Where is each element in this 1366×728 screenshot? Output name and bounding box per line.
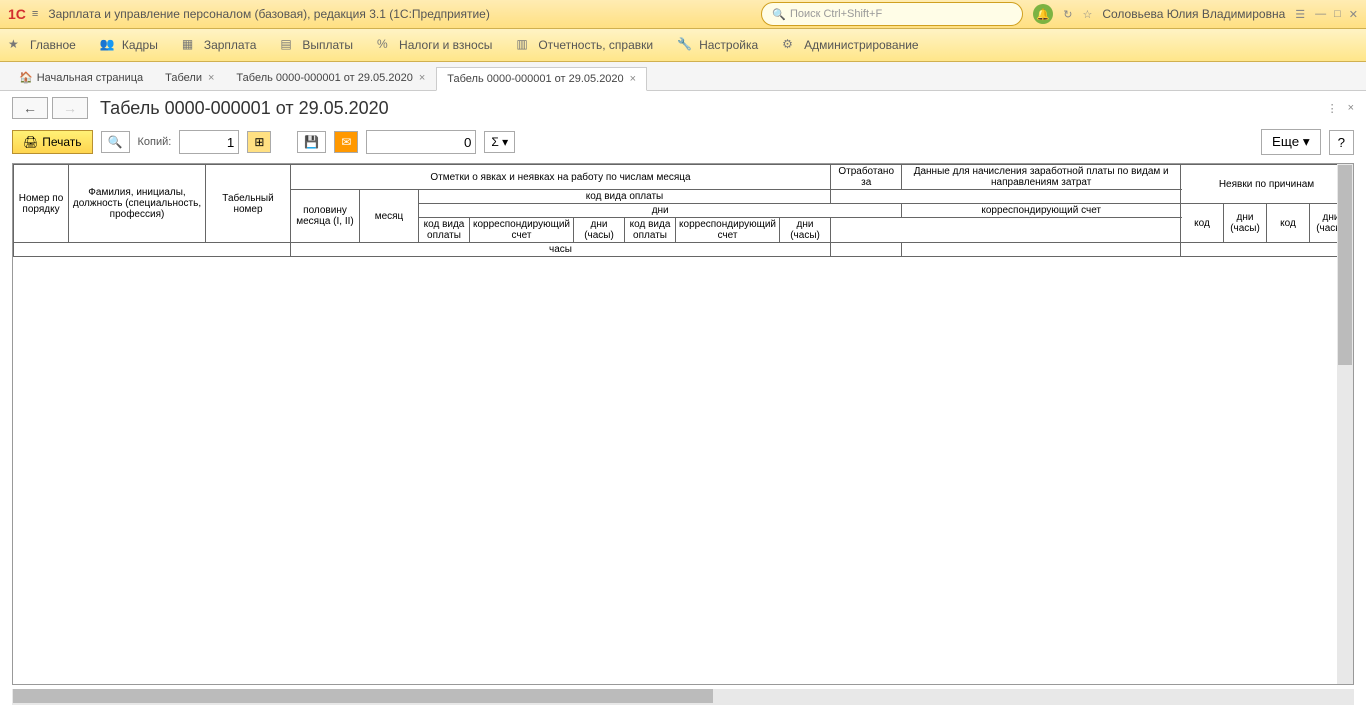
hdr-dh3: дни (часы) [780, 218, 831, 243]
hdr-dh1: дни (часы) [574, 218, 625, 243]
mail-button[interactable]: ✉ [334, 131, 358, 153]
sigma-button[interactable]: Σ ▾ [484, 131, 515, 153]
filter-icon[interactable]: ☰ [1295, 8, 1305, 21]
hdr-worked: Отработано за [831, 165, 902, 190]
maximize-icon[interactable]: □ [1334, 8, 1341, 21]
col-fio: Фамилия, инициалы, должность (специально… [69, 165, 206, 243]
forward-button[interactable]: → [52, 97, 88, 119]
grid-button[interactable]: ⊞ [247, 131, 271, 153]
back-button[interactable]: ← [12, 97, 48, 119]
app-logo: 1С [8, 6, 26, 22]
more-button[interactable]: Еще ▾ [1261, 129, 1321, 155]
hdr-code2: код [1267, 204, 1310, 243]
history-icon[interactable]: ↻ [1063, 8, 1072, 21]
hdr-codepay1: код вида оплаты [419, 218, 470, 243]
preview-button[interactable]: 🔍 [101, 131, 130, 153]
bell-icon[interactable]: 🔔 [1033, 4, 1053, 24]
menu-nastroika[interactable]: 🔧Настройка [677, 37, 758, 53]
copies-label: Копий: [138, 136, 172, 148]
col-num: Номер по порядку [14, 165, 69, 243]
close-icon[interactable]: ✕ [1349, 8, 1358, 21]
hdr-code: код [1181, 204, 1224, 243]
star-icon[interactable]: ☆ [1082, 8, 1092, 21]
hdr-days: дни [419, 204, 902, 218]
tab-tabel-1[interactable]: Табель 0000-000001 от 29.05.2020× [225, 66, 436, 90]
hdr-corr1: корреспондирующий счет [470, 218, 574, 243]
hdr-codepay2: код вида оплаты [625, 218, 676, 243]
more-icon[interactable]: ⋮ [1327, 102, 1338, 115]
username[interactable]: Соловьева Юлия Владимировна [1102, 7, 1285, 21]
hdr-month: месяц [360, 190, 419, 243]
tab-home[interactable]: 🏠 Начальная страница [8, 65, 154, 90]
tab-tabel-2[interactable]: Табель 0000-000001 от 29.05.2020× [436, 67, 647, 91]
scrollbar-vertical[interactable] [1337, 164, 1353, 684]
help-button[interactable]: ? [1329, 130, 1354, 155]
print-button[interactable]: 🖨 Печать [12, 130, 93, 154]
menu-admin[interactable]: ⚙Администрирование [782, 37, 918, 53]
close-icon[interactable]: × [630, 73, 636, 85]
menu-vyplaty[interactable]: ▤Выплаты [280, 37, 353, 53]
hdr-absence: Неявки по причинам [1181, 165, 1353, 204]
hdr-payroll: Данные для начисления заработной платы п… [902, 165, 1181, 190]
copies-input[interactable] [179, 130, 239, 154]
hdr-paycode: код вида оплаты [419, 190, 831, 204]
close-icon[interactable]: × [208, 72, 214, 84]
hdr-hours: часы [291, 243, 831, 257]
scrollbar-horizontal[interactable] [12, 689, 1354, 705]
menu-icon[interactable]: ≡ [32, 8, 38, 20]
timesheet-grid[interactable]: Номер по порядку Фамилия, инициалы, долж… [12, 163, 1354, 685]
col-tabnum: Табельный номер [206, 165, 291, 243]
app-title: Зарплата и управление персоналом (базова… [48, 7, 490, 21]
tab-bar: 🏠 Начальная страница Табели× Табель 0000… [0, 62, 1366, 91]
menu-zarplata[interactable]: ▦Зарплата [182, 37, 257, 53]
hdr-marks: Отметки о явках и неявках на работу по ч… [291, 165, 831, 190]
hdr-corracc: корреспондирующий счет [902, 204, 1181, 218]
tab-tabeli[interactable]: Табели× [154, 66, 225, 90]
main-menu: ★Главное 👥Кадры ▦Зарплата ▤Выплаты %Нало… [0, 29, 1366, 62]
page-title: Табель 0000-000001 от 29.05.2020 [100, 98, 389, 119]
close-icon[interactable]: × [1348, 102, 1354, 114]
menu-otchet[interactable]: ▥Отчетность, справки [516, 37, 653, 53]
menu-kadry[interactable]: 👥Кадры [100, 37, 158, 53]
hdr-corr2: корреспондирующий счет [676, 218, 780, 243]
close-icon[interactable]: × [419, 72, 425, 84]
minimize-icon[interactable]: — [1315, 8, 1326, 21]
menu-nalogi[interactable]: %Налоги и взносы [377, 37, 492, 53]
search-input[interactable]: 🔍Поиск Ctrl+Shift+F [761, 2, 1023, 26]
hdr-half: половину месяца (I, II) [291, 190, 360, 243]
menu-main[interactable]: ★Главное [8, 37, 76, 53]
zero-input[interactable] [366, 130, 476, 154]
save-button[interactable]: 💾 [297, 131, 326, 153]
hdr-dh: дни (часы) [1224, 204, 1267, 243]
